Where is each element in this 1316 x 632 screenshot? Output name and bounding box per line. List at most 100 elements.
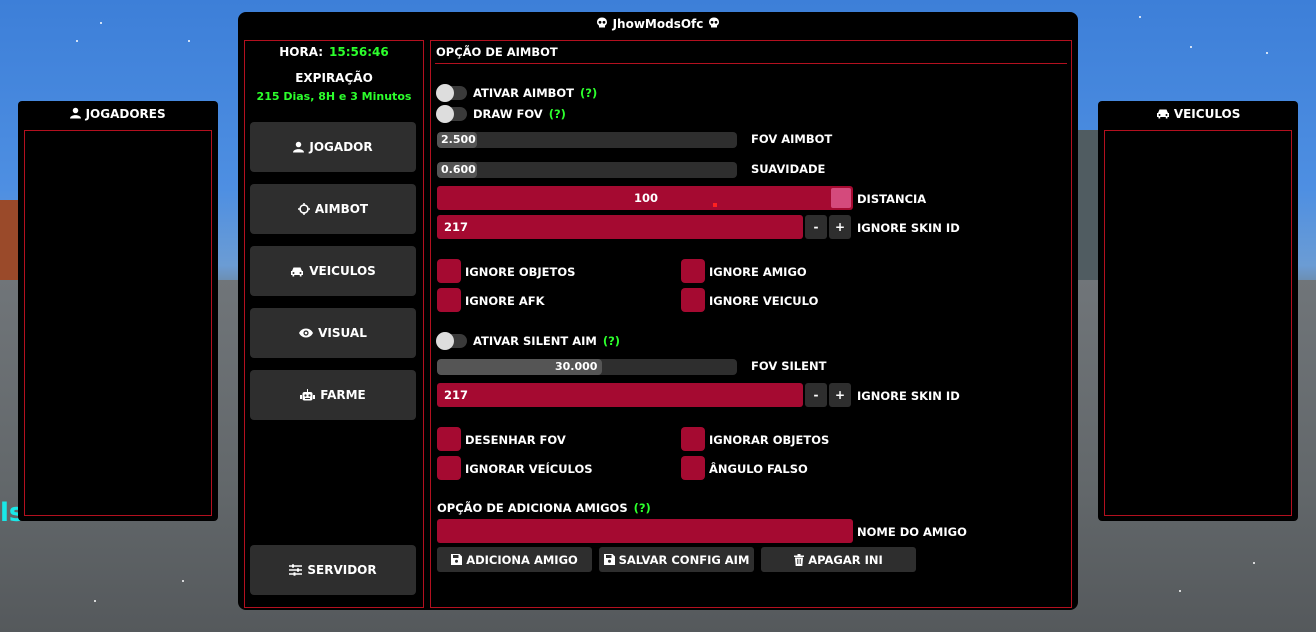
car-icon	[1156, 109, 1169, 119]
help-tooltip[interactable]: (?)	[603, 334, 620, 348]
draw-fov-row: DRAW FOV (?)	[473, 107, 566, 121]
toggle-ativar-aimbot[interactable]	[436, 84, 467, 102]
slider-handle[interactable]	[831, 188, 851, 208]
sidebar: HORA: 15:56:46 EXPIRAÇÃO 215 Dias, 8H e 3…	[244, 40, 424, 608]
distancia-label: DISTANCIA	[857, 192, 927, 206]
desenhar-fov-label: DESENHAR FOV	[465, 433, 566, 447]
distancia-value: 100	[634, 191, 659, 205]
checkbox-ignorar-objetos[interactable]	[681, 427, 705, 451]
ignorar-veiculos-label: IGNORAR VEÍCULOS	[465, 462, 593, 476]
fov-silent-label: FOV SILENT	[751, 359, 827, 373]
nome-amigo-label: NOME DO AMIGO	[857, 525, 967, 539]
nav-button-jogador[interactable]: JOGADOR	[250, 122, 416, 172]
section-title-aimbot: OPÇÃO DE AIMBOT	[436, 45, 558, 59]
checkbox-ignore-afk[interactable]	[437, 288, 461, 312]
crosshair-icon	[297, 203, 310, 215]
nav-button-farme[interactable]: FARME	[250, 370, 416, 420]
help-tooltip[interactable]: (?)	[549, 107, 566, 121]
vehicles-panel: VEICULOS	[1098, 101, 1298, 521]
apagar-ini-button[interactable]: APAGAR INI	[761, 547, 916, 572]
snowflake	[1179, 590, 1181, 592]
fov-aimbot-slider[interactable]: 2.500	[437, 132, 737, 148]
ignore-objetos-label: IGNORE OBJETOS	[465, 265, 576, 279]
checkbox-ignore-objetos[interactable]	[437, 259, 461, 283]
main-window: JhowModsOfc HORA: 15:56:46 EXPIRAÇÃO 215 …	[238, 12, 1078, 610]
ignore-amigo-label: IGNORE AMIGO	[709, 265, 807, 279]
section-divider	[435, 63, 1067, 64]
sliders-icon	[289, 564, 303, 576]
ignore-veiculo-label: IGNORE VEICULO	[709, 294, 819, 308]
suavidade-slider[interactable]: 0.600	[437, 162, 737, 178]
ignore-skin-input-2[interactable]: 217	[437, 383, 803, 407]
snowflake	[188, 40, 190, 42]
save-icon	[451, 554, 463, 565]
checkbox-ignorar-veiculos[interactable]	[437, 456, 461, 480]
clock: HORA: 15:56:46	[245, 45, 423, 59]
snowflake	[1266, 52, 1268, 54]
trash-icon	[794, 553, 805, 566]
nav-button-servidor[interactable]: SERVIDOR	[250, 545, 416, 595]
aimbot-settings-panel: OPÇÃO DE AIMBOT ATIVAR AIMBOT (?) DRAW FO…	[430, 40, 1072, 608]
clock-label: HORA:	[279, 45, 324, 59]
snowflake	[1190, 46, 1192, 48]
snowflake	[1253, 562, 1255, 564]
skin-decrement-button[interactable]: -	[805, 215, 827, 239]
vehicles-panel-title: VEICULOS	[1098, 101, 1298, 128]
checkbox-angulo-falso[interactable]	[681, 456, 705, 480]
car-icon	[291, 267, 304, 276]
skin-decrement-button-2[interactable]: -	[805, 383, 827, 407]
toggle-ativar-silent-aim[interactable]	[436, 332, 467, 350]
draw-fov-label: DRAW FOV	[473, 107, 543, 121]
user-icon	[293, 141, 305, 153]
snowflake	[100, 22, 102, 24]
fov-aimbot-value: 2.500	[441, 133, 476, 146]
checkbox-ignore-veiculo[interactable]	[681, 288, 705, 312]
skull-icon	[597, 17, 608, 28]
ignorar-objetos-label: IGNORAR OBJETOS	[709, 433, 830, 447]
checkbox-ignore-amigo[interactable]	[681, 259, 705, 283]
suavidade-label: SUAVIDADE	[751, 162, 826, 176]
snowflake	[76, 40, 78, 42]
save-icon	[603, 554, 615, 565]
fov-aimbot-label: FOV AIMBOT	[751, 132, 833, 146]
amigos-section-title: OPÇÃO DE ADICIONA AMIGOS (?)	[437, 501, 651, 515]
suavidade-value: 0.600	[441, 163, 476, 176]
vehicles-list[interactable]	[1104, 130, 1292, 516]
fov-silent-slider[interactable]: 30.000	[437, 359, 737, 375]
toggle-draw-fov[interactable]	[436, 105, 467, 123]
snowflake	[182, 580, 184, 582]
ignore-skin-input[interactable]: 217	[437, 215, 803, 239]
window-title: JhowModsOfc	[238, 12, 1078, 36]
snowflake	[94, 600, 96, 602]
players-panel-title: JOGADORES	[18, 101, 218, 128]
snowflake	[1139, 16, 1141, 18]
user-icon	[70, 107, 82, 119]
ignore-skin-label-2: IGNORE SKIN ID	[857, 389, 960, 403]
distancia-slider[interactable]: 100	[437, 186, 853, 210]
nav-button-veiculos[interactable]: VEICULOS	[250, 246, 416, 296]
clock-value: 15:56:46	[329, 45, 389, 59]
robot-icon	[300, 389, 316, 401]
skin-increment-button[interactable]: +	[829, 215, 851, 239]
ativar-silent-label: ATIVAR SILENT AIM	[473, 334, 597, 348]
salvar-config-button[interactable]: SALVAR CONFIG AIM	[599, 547, 754, 572]
ignore-afk-label: IGNORE AFK	[465, 294, 545, 308]
nome-amigo-input[interactable]	[437, 519, 853, 543]
checkbox-desenhar-fov[interactable]	[437, 427, 461, 451]
ativar-aimbot-row: ATIVAR AIMBOT (?)	[473, 86, 597, 100]
expiration-label: EXPIRAÇÃO	[295, 71, 373, 85]
expiration-value: 215 Dias, 8H e 3 Minutos	[256, 90, 412, 103]
help-tooltip[interactable]: (?)	[634, 501, 651, 515]
eye-icon	[299, 328, 314, 338]
players-panel: JOGADORES	[18, 101, 218, 521]
skin-increment-button-2[interactable]: +	[829, 383, 851, 407]
fov-silent-value: 30.000	[555, 360, 598, 373]
players-list[interactable]	[24, 130, 212, 516]
help-tooltip[interactable]: (?)	[580, 86, 597, 100]
nav-button-aimbot[interactable]: AIMBOT	[250, 184, 416, 234]
ativar-aimbot-label: ATIVAR AIMBOT	[473, 86, 575, 100]
ignore-skin-label: IGNORE SKIN ID	[857, 221, 960, 235]
adiciona-amigo-button[interactable]: ADICIONA AMIGO	[437, 547, 592, 572]
angulo-falso-label: ÂNGULO FALSO	[709, 462, 808, 476]
nav-button-visual[interactable]: VISUAL	[250, 308, 416, 358]
